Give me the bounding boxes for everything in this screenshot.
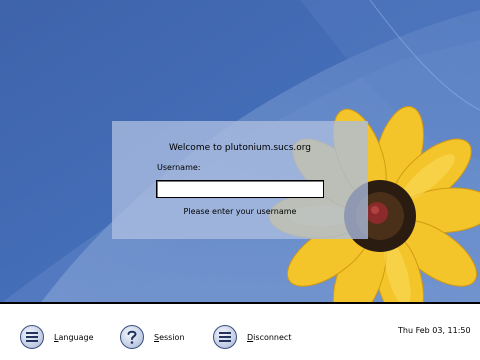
language-button[interactable]: Language	[20, 322, 94, 352]
login-screen: Welcome to plutonium.sucs.org Username: …	[0, 0, 480, 360]
session-button[interactable]: Session	[120, 322, 185, 352]
session-label: Session	[154, 332, 185, 342]
login-hint: Please enter your username	[183, 207, 297, 216]
language-label: Language	[54, 332, 94, 342]
menu-lines-icon	[20, 325, 44, 349]
username-label: Username:	[157, 163, 201, 172]
question-mark-icon	[120, 325, 144, 349]
welcome-text: Welcome to plutonium.sucs.org	[168, 143, 312, 153]
username-input[interactable]	[156, 180, 324, 198]
menu-lines-icon	[213, 325, 237, 349]
login-panel: Welcome to plutonium.sucs.org Username: …	[112, 121, 368, 239]
clock: Thu Feb 03, 11:50	[398, 326, 471, 335]
disconnect-button[interactable]: Disconnect	[213, 322, 291, 352]
disconnect-label: Disconnect	[247, 332, 292, 342]
